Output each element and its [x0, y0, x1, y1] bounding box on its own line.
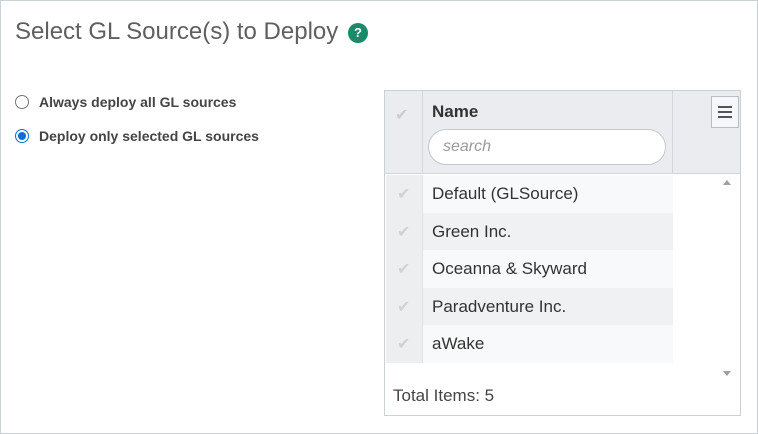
row-name: Oceanna & Skyward [432, 259, 587, 278]
name-column-header[interactable]: Name [432, 102, 478, 122]
option-label: Always deploy all GL sources [39, 94, 237, 110]
page-title: Select GL Source(s) to Deploy [15, 18, 339, 45]
table-row[interactable]: ✔ Default (GLSource) [386, 175, 673, 213]
deploy-panel: Select GL Source(s) to Deploy ? Always d… [0, 0, 758, 434]
option-deploy-selected[interactable]: Deploy only selected GL sources [15, 128, 259, 144]
row-select-cell[interactable]: ✔ [386, 212, 423, 250]
radio-always-deploy-all[interactable] [15, 95, 29, 109]
table-row[interactable]: ✔ aWake [386, 325, 673, 363]
row-select-cell[interactable]: ✔ [386, 250, 423, 288]
table-row[interactable]: ✔ Oceanna & Skyward [386, 250, 673, 288]
total-items-label: Total Items: 5 [393, 386, 495, 405]
table-row[interactable]: ✔ Green Inc. [386, 212, 673, 250]
grid-header: ✔ Name [385, 91, 740, 174]
row-name: Paradventure Inc. [432, 296, 567, 316]
radio-deploy-selected[interactable] [15, 129, 29, 143]
select-all-check-icon[interactable]: ✔ [395, 105, 408, 125]
header-divider [422, 91, 423, 173]
row-select-cell[interactable]: ✔ [386, 175, 423, 213]
gl-source-grid: ✔ Name ✔ Default (GLSource) ✔ [384, 90, 741, 416]
row-check-icon: ✔ [397, 186, 411, 203]
table-row[interactable]: ✔ Paradventure Inc. [386, 287, 673, 325]
grid-rows: ✔ Default (GLSource) ✔ Green Inc. ✔ Ocea… [386, 175, 673, 363]
row-check-icon: ✔ [397, 336, 411, 353]
scroll-down-arrow-icon[interactable] [723, 371, 731, 376]
option-always-deploy-all[interactable]: Always deploy all GL sources [15, 94, 236, 110]
row-check-icon: ✔ [397, 298, 411, 316]
help-icon[interactable]: ? [348, 23, 368, 43]
row-name: aWake [432, 334, 485, 353]
menu-bar [718, 106, 732, 108]
menu-bar [718, 111, 732, 113]
row-check-icon: ✔ [397, 261, 411, 278]
row-select-cell[interactable]: ✔ [386, 325, 423, 363]
row-check-icon: ✔ [397, 223, 411, 241]
header-divider [672, 91, 673, 173]
row-name: Green Inc. [432, 221, 512, 241]
row-name: Default (GLSource) [432, 184, 579, 203]
search-input[interactable] [428, 129, 666, 165]
scroll-up-arrow-icon[interactable] [723, 180, 731, 185]
row-select-cell[interactable]: ✔ [386, 287, 423, 325]
hamburger-menu-icon[interactable] [711, 96, 739, 128]
option-label: Deploy only selected GL sources [39, 128, 259, 144]
menu-bar [718, 116, 732, 118]
